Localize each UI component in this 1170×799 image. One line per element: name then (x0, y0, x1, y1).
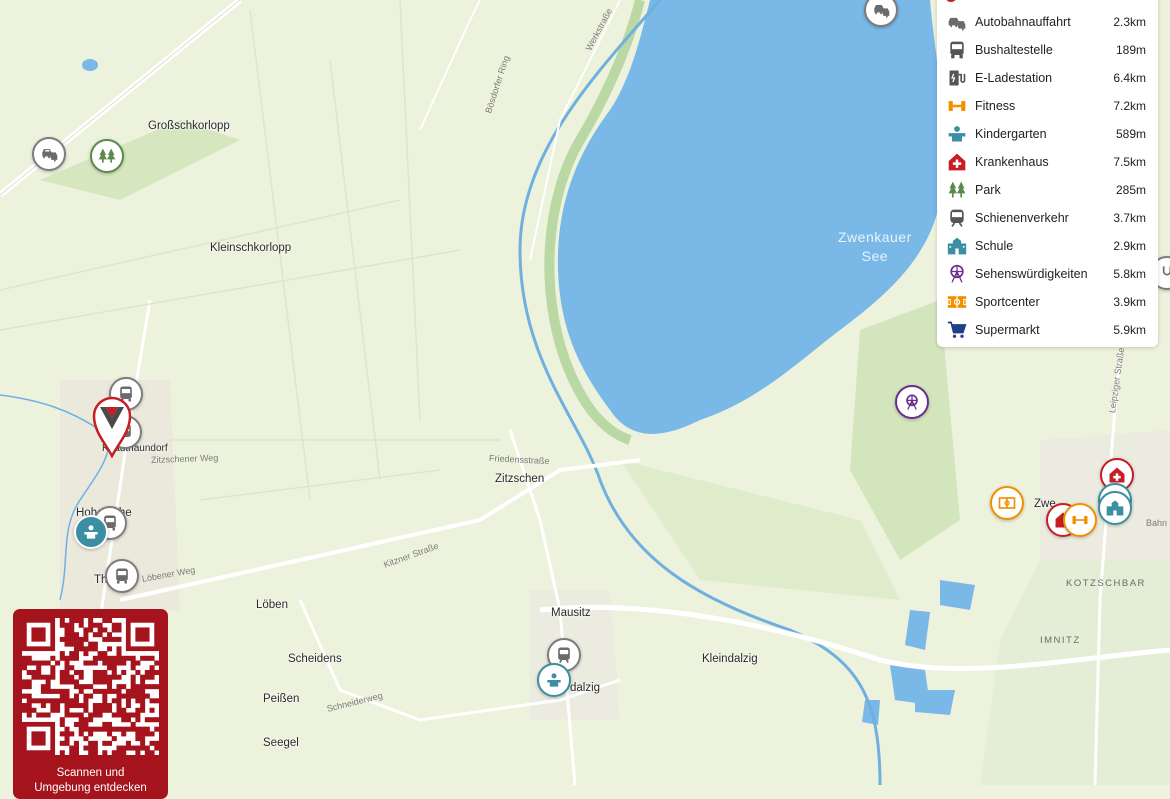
qr-caption-line1: Scannen und (56, 767, 125, 779)
legend-distance: 189m (1115, 43, 1146, 57)
trees-icon (98, 148, 116, 163)
car-highway-icon (42, 149, 58, 162)
place-label-scheidens: Scheidens (288, 653, 342, 665)
school-icon (947, 237, 967, 255)
place-label-zitzschen: Zitzschen (495, 473, 545, 485)
place-label-seegel: Seegel (263, 737, 299, 749)
qr-code-image (22, 618, 159, 755)
legend-distance: 3.7km (1113, 211, 1146, 225)
legend-name: E-Ladestation (975, 71, 1053, 85)
legend-item-park[interactable]: Park 285m (937, 176, 1158, 204)
marker-kindergarten[interactable] (537, 663, 571, 697)
legend-item-supermarkt[interactable]: Supermarkt 5.9km (937, 316, 1158, 344)
train-icon (558, 647, 570, 663)
legend-distance: 7.2km (1113, 99, 1146, 113)
train-icon (950, 209, 964, 227)
shopping-cart-icon (947, 321, 967, 338)
legend-name: Fitness (975, 99, 1016, 113)
district-label-imnitz: IMNITZ (1040, 635, 1081, 646)
legend-name: Sehenswürdigkeiten (975, 267, 1088, 281)
hospital-icon (948, 153, 966, 171)
marker-highway-entrance[interactable] (32, 137, 66, 171)
legend-name: Schienenverkehr (975, 211, 1069, 225)
trees-icon (948, 181, 966, 198)
district-label-kotzschbar: KOTZSCHBAR (1066, 578, 1146, 589)
place-label-kleindalzig: Kleindalzig (702, 653, 758, 665)
legend-distance: 6.4km (1113, 71, 1146, 85)
legend-item-kindergarten[interactable]: Kindergarten 589m (937, 120, 1158, 148)
marker-park[interactable] (90, 139, 124, 173)
car-highway-icon (874, 5, 890, 18)
kindergarten-icon (948, 126, 966, 142)
dumbbell-icon (1072, 515, 1088, 525)
pond (82, 59, 98, 71)
legend-top-partial-icon (945, 0, 957, 2)
kindergarten-icon (547, 673, 561, 687)
legend-name: Schule (975, 239, 1014, 253)
pond (915, 690, 955, 715)
kindergarten-icon (84, 525, 98, 539)
marker-sports-center[interactable] (990, 486, 1024, 520)
marker-sightseeing[interactable] (895, 385, 929, 419)
qr-caption: Scannen und Umgebung entdecken (13, 766, 168, 796)
poi-legend: Autobahnauffahrt 2.3km Bushaltestelle 18… (937, 0, 1158, 347)
property-location-pin[interactable] (92, 396, 132, 458)
place-label-loeben: Löben (256, 599, 288, 611)
pond (940, 580, 975, 610)
bus-icon (950, 41, 964, 59)
place-label-peissen: Peißen (263, 693, 300, 705)
qr-code-panel[interactable]: Scannen und Umgebung entdecken (13, 609, 168, 799)
hospital-icon (1109, 467, 1125, 483)
marker-school[interactable] (1098, 491, 1132, 525)
ferris-wheel-icon (950, 264, 964, 283)
legend-distance: 5.9km (1113, 323, 1146, 337)
lake-label: Zwenkauer See (838, 229, 912, 264)
legend-name: Supermarkt (975, 323, 1040, 337)
car-highway-icon (948, 17, 966, 31)
marker-bus-stop[interactable] (105, 559, 139, 593)
street-label-bahn: Bahn (1146, 518, 1168, 528)
legend-name: Kindergarten (975, 127, 1047, 141)
legend-item-krankenhaus[interactable]: Krankenhaus 7.5km (937, 148, 1158, 176)
sports-field-icon (947, 296, 967, 308)
ev-charger-icon (1162, 266, 1170, 276)
place-label-mausitz: Mausitz (551, 607, 591, 619)
sports-field-icon (998, 497, 1016, 509)
legend-name: Park (975, 183, 1001, 197)
school-icon (1106, 500, 1124, 516)
place-label-grossdalzig: dalzig (570, 682, 601, 694)
legend-name: Krankenhaus (975, 155, 1049, 169)
legend-distance: 2.9km (1113, 239, 1146, 253)
dumbbell-icon (948, 101, 966, 111)
qr-caption-line2: Umgebung entdecken (34, 782, 147, 794)
legend-item-bushaltestelle[interactable]: Bushaltestelle 189m (937, 36, 1158, 64)
legend-distance: 3.9km (1113, 295, 1146, 309)
legend-item-fitness[interactable]: Fitness 7.2km (937, 92, 1158, 120)
legend-item-autobahnauffahrt[interactable]: Autobahnauffahrt 2.3km (937, 8, 1158, 36)
legend-name: Autobahnauffahrt (975, 15, 1071, 29)
legend-name: Bushaltestelle (975, 43, 1053, 57)
marker-kindergarten[interactable] (74, 515, 108, 549)
bus-icon (116, 568, 128, 584)
marker-fitness[interactable] (1063, 503, 1097, 537)
legend-distance: 589m (1115, 127, 1146, 141)
legend-name: Sportcenter (975, 295, 1040, 309)
legend-distance: 285m (1115, 183, 1146, 197)
legend-item-sportcenter[interactable]: Sportcenter 3.9km (937, 288, 1158, 316)
legend-item-e-ladestation[interactable]: E-Ladestation 6.4km (937, 64, 1158, 92)
legend-item-sehenswuerdigkeiten[interactable]: Sehenswürdigkeiten 5.8km (937, 260, 1158, 288)
legend-distance: 5.8km (1113, 267, 1146, 281)
legend-item-schule[interactable]: Schule 2.9km (937, 232, 1158, 260)
ev-charger-icon (949, 70, 966, 86)
place-label-grosskorlopp: Großschkorlopp (148, 120, 230, 132)
legend-distance: 7.5km (1113, 155, 1146, 169)
place-label-kleinschkorlopp: Kleinschkorlopp (210, 242, 292, 254)
legend-item-schienenverkehr[interactable]: Schienenverkehr 3.7km (937, 204, 1158, 232)
legend-distance: 2.3km (1113, 15, 1146, 29)
ferris-wheel-icon (906, 394, 918, 410)
